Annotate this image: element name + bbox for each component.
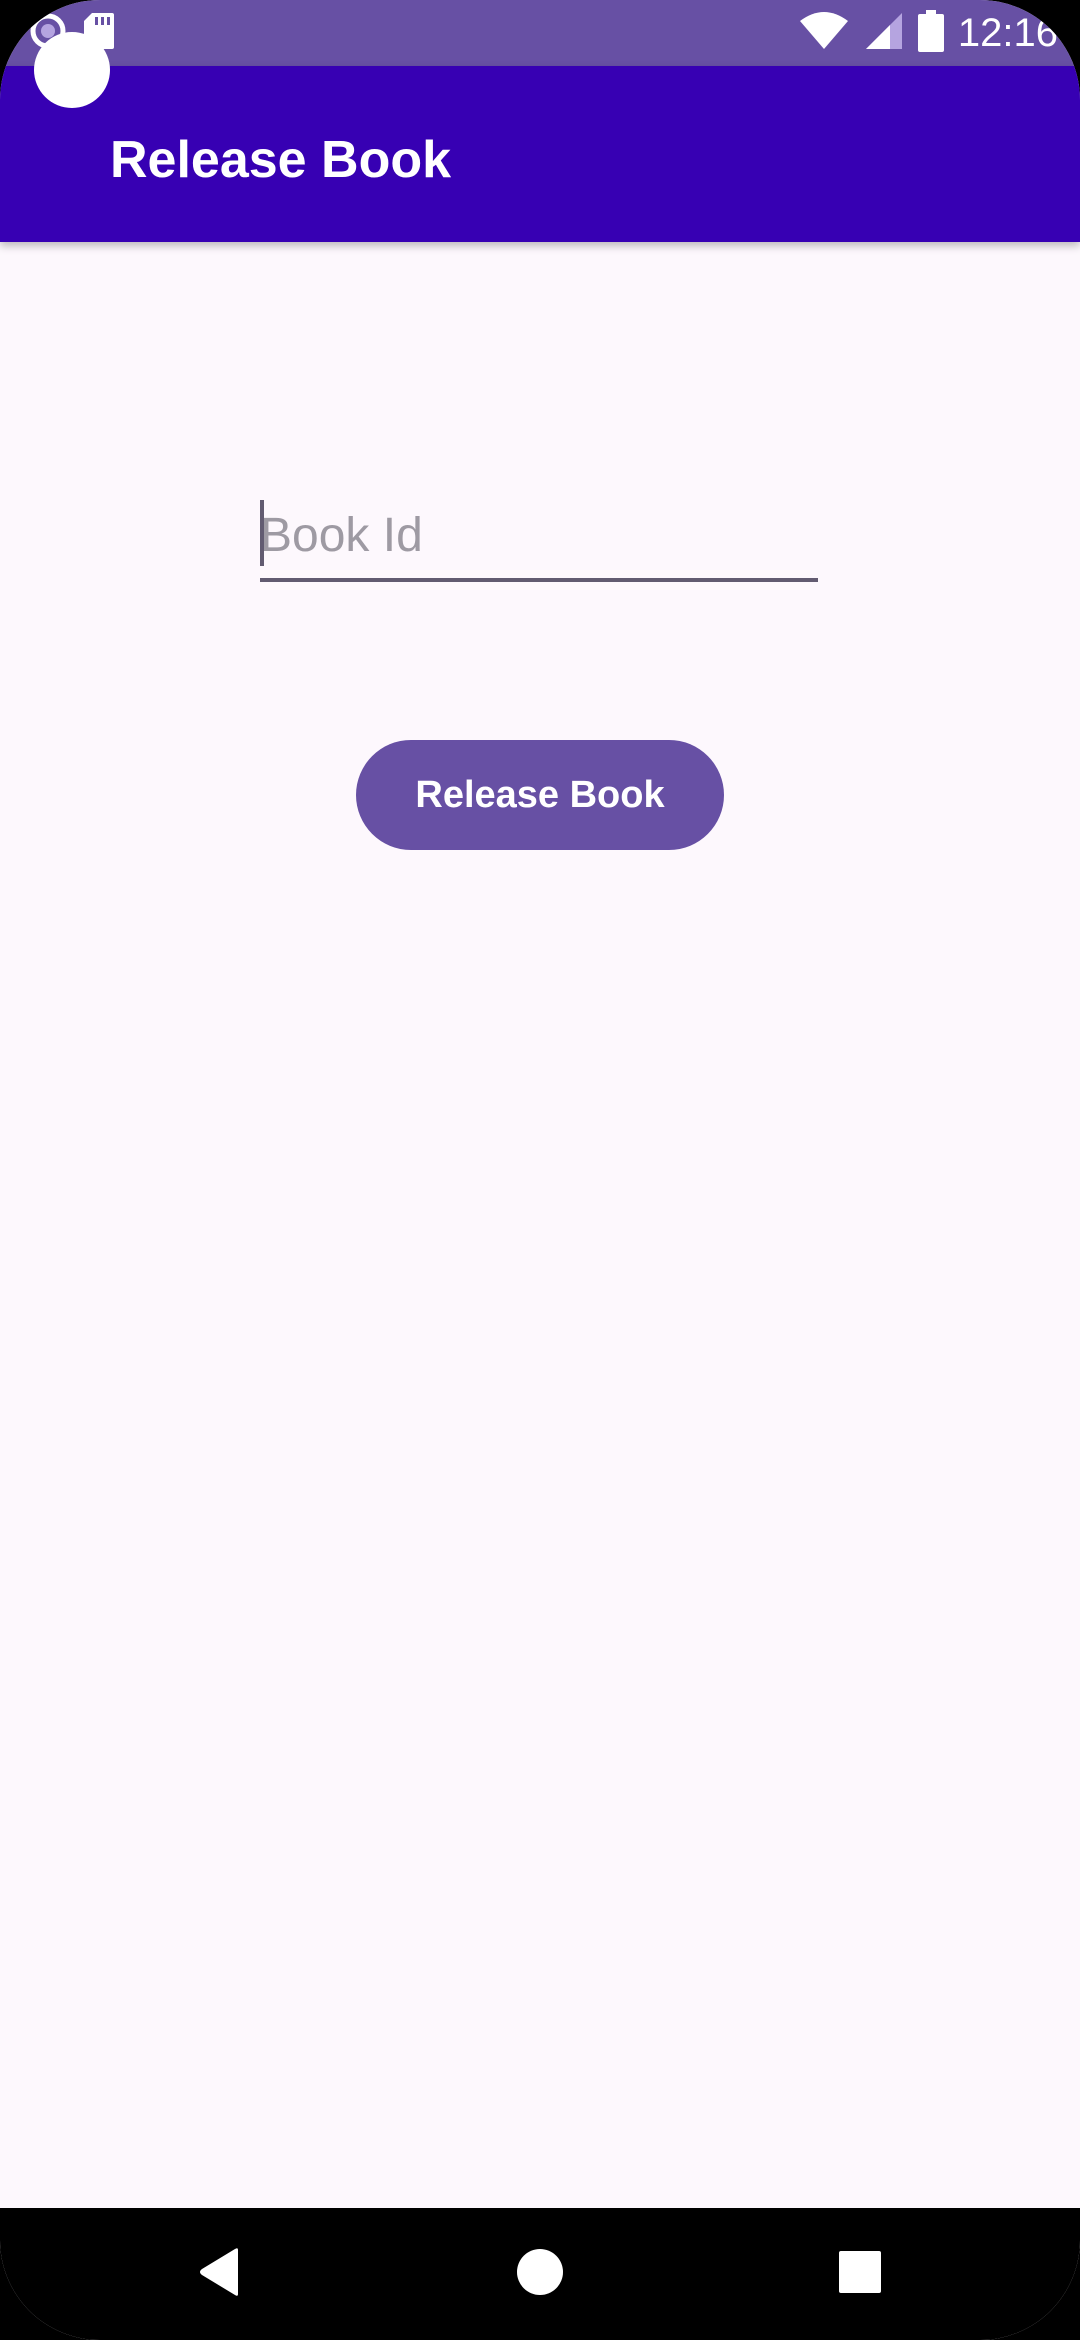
status-time: 12:16: [957, 11, 1058, 55]
navigation-bar: [0, 2208, 1080, 2340]
back-icon: [198, 2247, 242, 2301]
home-icon: [516, 2248, 564, 2300]
status-bar: 12:16: [0, 0, 1080, 66]
recents-icon: [838, 2250, 882, 2298]
floating-circle-icon[interactable]: [34, 32, 110, 108]
text-cursor: [260, 500, 264, 566]
book-id-input[interactable]: [260, 496, 818, 574]
page-title: Release Book: [110, 131, 452, 189]
status-right-icons: 12:16: [798, 8, 1058, 58]
app-bar: Release Book: [0, 66, 1080, 242]
screen: 12:16 Release Book Release Book: [0, 0, 1080, 2340]
home-button[interactable]: [498, 2232, 582, 2316]
back-button[interactable]: [178, 2232, 262, 2316]
wifi-icon: [798, 11, 850, 55]
release-book-button[interactable]: Release Book: [356, 740, 724, 850]
signal-icon: [864, 11, 904, 55]
battery-icon: [917, 10, 944, 56]
book-id-field[interactable]: [260, 496, 818, 582]
recents-button[interactable]: [818, 2232, 902, 2316]
